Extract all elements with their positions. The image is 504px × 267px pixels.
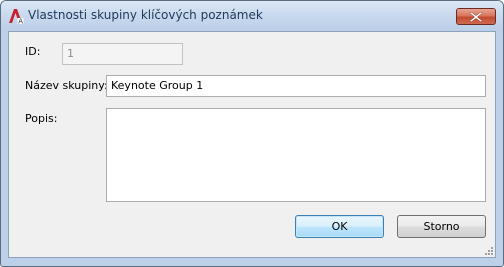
id-label: ID:	[25, 45, 41, 58]
close-x-icon	[470, 12, 482, 22]
autocad-a-icon: A	[9, 9, 24, 25]
cancel-button[interactable]: Storno	[397, 215, 486, 238]
group-name-input[interactable]: Keynote Group 1	[106, 75, 486, 97]
group-name-label: Název skupiny:	[25, 79, 108, 92]
description-label: Popis:	[25, 112, 58, 125]
title-bar[interactable]: A Vlastnosti skupiny klíčových poznámek	[1, 1, 503, 31]
close-button[interactable]	[456, 8, 496, 25]
ok-button[interactable]: OK	[295, 215, 384, 238]
window-title: Vlastnosti skupiny klíčových poznámek	[28, 8, 263, 22]
description-textarea[interactable]	[106, 108, 486, 202]
svg-text:A: A	[18, 18, 23, 25]
dialog-content: ID: 1 Název skupiny: Keynote Group 1 Pop…	[8, 31, 496, 258]
id-field: 1	[62, 43, 183, 65]
dialog-window: A Vlastnosti skupiny klíčových poznámek …	[0, 0, 504, 267]
resize-grip-icon[interactable]	[484, 246, 494, 256]
